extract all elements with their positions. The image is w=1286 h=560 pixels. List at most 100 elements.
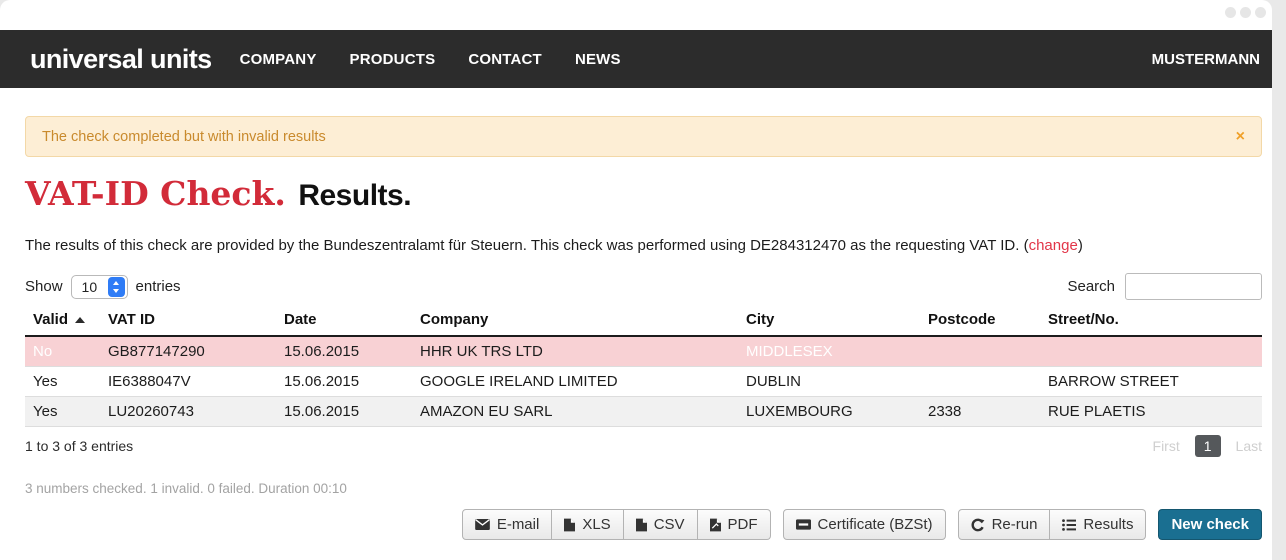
- file-icon: [564, 518, 575, 532]
- table-row: No GB877147290 15.06.2015 HHR UK TRS LTD…: [25, 336, 1262, 367]
- cell-valid: No: [25, 336, 100, 367]
- cell-city: MIDDLESEX: [738, 336, 920, 367]
- pdf-file-icon: [710, 518, 721, 532]
- results-table: Valid VAT ID Date Company City Postcode …: [25, 306, 1262, 427]
- entries-info: 1 to 3 of 3 entries: [25, 438, 133, 454]
- cell-company: AMAZON EU SARL: [412, 397, 738, 427]
- new-check-button-label: New check: [1171, 516, 1249, 533]
- export-button-group: E-mail XLS: [462, 509, 771, 540]
- logo[interactable]: universal units: [30, 44, 212, 75]
- search-input[interactable]: [1125, 273, 1262, 300]
- column-header-company[interactable]: Company: [412, 306, 738, 336]
- certificate-button[interactable]: Certificate (BZSt): [783, 509, 946, 540]
- page-title-sub: Results.: [298, 179, 411, 212]
- window-titlebar: [0, 0, 1272, 30]
- cell-city: DUBLIN: [738, 367, 920, 397]
- cell-vat-id: LU20260743: [100, 397, 276, 427]
- envelope-icon: [475, 519, 490, 530]
- description-text: The results of this check are provided b…: [25, 237, 1262, 254]
- user-menu[interactable]: MUSTERMANN: [1152, 51, 1260, 68]
- page-size-value: 10: [74, 279, 108, 295]
- change-link[interactable]: change: [1029, 237, 1078, 254]
- refresh-icon: [971, 518, 985, 532]
- cell-date: 15.06.2015: [276, 367, 412, 397]
- cell-street: [1040, 336, 1262, 367]
- warning-message: The check completed but with invalid res…: [42, 129, 326, 145]
- top-navigation: universal units COMPANY PRODUCTS CONTACT…: [0, 30, 1272, 88]
- nav-item-contact[interactable]: CONTACT: [468, 51, 542, 68]
- action-toolbar: E-mail XLS: [25, 509, 1262, 540]
- window-controls: [1225, 7, 1266, 18]
- table-controls: Show 10 entries Search: [25, 273, 1262, 300]
- show-label: Show: [25, 278, 63, 295]
- xls-button-label: XLS: [582, 516, 610, 533]
- cell-postcode: [920, 367, 1040, 397]
- certificate-button-label: Certificate (BZSt): [818, 516, 933, 533]
- list-icon: [1062, 519, 1076, 531]
- rerun-button-label: Re-run: [992, 516, 1038, 533]
- column-header-valid-label: Valid: [33, 311, 68, 328]
- cell-postcode: [920, 336, 1040, 367]
- description-before: The results of this check are provided b…: [25, 237, 1029, 254]
- column-header-city[interactable]: City: [738, 306, 920, 336]
- pdf-button[interactable]: PDF: [698, 509, 771, 540]
- window-dot-icon: [1225, 7, 1236, 18]
- cell-street: RUE PLAETIS: [1040, 397, 1262, 427]
- pagination-first[interactable]: First: [1153, 438, 1180, 454]
- column-header-date[interactable]: Date: [276, 306, 412, 336]
- table-footer: 1 to 3 of 3 entries First 1 Last: [25, 435, 1262, 457]
- results-button-label: Results: [1083, 516, 1133, 533]
- pagination-page-1[interactable]: 1: [1195, 435, 1221, 457]
- column-header-vat-id[interactable]: VAT ID: [100, 306, 276, 336]
- description-after: ): [1078, 237, 1083, 254]
- entries-label: entries: [136, 278, 181, 295]
- cell-street: BARROW STREET: [1040, 367, 1262, 397]
- cell-vat-id: GB877147290: [100, 336, 276, 367]
- column-header-valid[interactable]: Valid: [25, 306, 100, 336]
- page-title-main: VAT-ID Check.: [25, 174, 286, 213]
- cell-company: GOOGLE IRELAND LIMITED: [412, 367, 738, 397]
- show-entries-control: Show 10 entries: [25, 275, 181, 299]
- nav-item-news[interactable]: NEWS: [575, 51, 621, 68]
- main-content: The check completed but with invalid res…: [0, 116, 1272, 560]
- pagination-last[interactable]: Last: [1236, 438, 1262, 454]
- cell-valid: Yes: [25, 397, 100, 427]
- rerun-button[interactable]: Re-run: [958, 509, 1051, 540]
- pdf-button-label: PDF: [728, 516, 758, 533]
- certificate-card-icon: [796, 519, 811, 530]
- nav-item-products[interactable]: PRODUCTS: [350, 51, 436, 68]
- cell-city: LUXEMBOURG: [738, 397, 920, 427]
- email-button[interactable]: E-mail: [462, 509, 553, 540]
- window-dot-icon: [1240, 7, 1251, 18]
- sort-ascending-icon: [75, 317, 85, 323]
- browser-window: universal units COMPANY PRODUCTS CONTACT…: [0, 0, 1272, 560]
- file-icon: [636, 518, 647, 532]
- window-dot-icon: [1255, 7, 1266, 18]
- column-header-postcode[interactable]: Postcode: [920, 306, 1040, 336]
- new-check-button[interactable]: New check: [1158, 509, 1262, 540]
- table-header-row: Valid VAT ID Date Company City Postcode …: [25, 306, 1262, 336]
- nav-item-company[interactable]: COMPANY: [240, 51, 317, 68]
- email-button-label: E-mail: [497, 516, 540, 533]
- close-icon[interactable]: ×: [1236, 129, 1245, 145]
- cell-company: HHR UK TRS LTD: [412, 336, 738, 367]
- rerun-results-group: Re-run Results: [958, 509, 1147, 540]
- check-summary: 3 numbers checked. 1 invalid. 0 failed. …: [25, 481, 1262, 496]
- cell-valid: Yes: [25, 367, 100, 397]
- csv-button[interactable]: CSV: [624, 509, 698, 540]
- page-title: VAT-ID Check. Results.: [25, 177, 1262, 211]
- nav-links: COMPANY PRODUCTS CONTACT NEWS: [240, 51, 621, 68]
- select-stepper-icon: [108, 277, 125, 297]
- xls-button[interactable]: XLS: [552, 509, 623, 540]
- cell-vat-id: IE6388047V: [100, 367, 276, 397]
- table-row: Yes LU20260743 15.06.2015 AMAZON EU SARL…: [25, 397, 1262, 427]
- results-button[interactable]: Results: [1050, 509, 1146, 540]
- pagination: First 1 Last: [1153, 435, 1262, 457]
- cell-date: 15.06.2015: [276, 397, 412, 427]
- table-row: Yes IE6388047V 15.06.2015 GOOGLE IRELAND…: [25, 367, 1262, 397]
- search-label: Search: [1067, 278, 1115, 295]
- search-control: Search: [1067, 273, 1262, 300]
- column-header-street[interactable]: Street/No.: [1040, 306, 1262, 336]
- warning-banner: The check completed but with invalid res…: [25, 116, 1262, 157]
- page-size-select[interactable]: 10: [71, 275, 128, 299]
